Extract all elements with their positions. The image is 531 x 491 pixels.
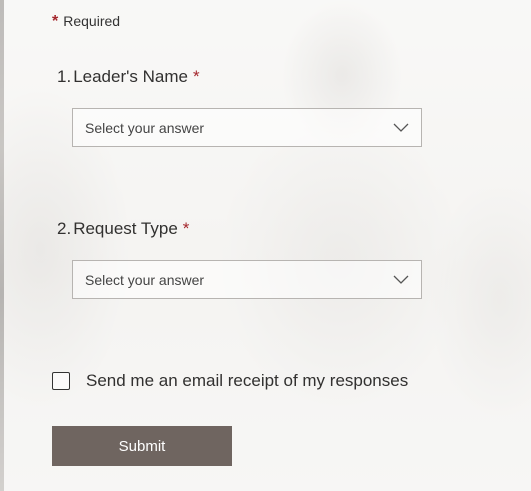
question-number: 2. <box>57 219 72 238</box>
required-star: * <box>52 13 59 30</box>
question-1-title: 1. Leader's Name * <box>57 67 200 87</box>
dropdown-placeholder: Select your answer <box>85 120 205 136</box>
required-star: * <box>182 219 190 238</box>
request-type-dropdown[interactable]: Select your answer <box>72 260 422 299</box>
dropdown-placeholder: Select your answer <box>85 272 205 288</box>
required-star: * <box>192 67 200 86</box>
question-label: Request Type <box>73 219 178 238</box>
chevron-down-icon <box>393 123 409 132</box>
email-receipt-option[interactable]: Send me an email receipt of my responses <box>52 371 408 391</box>
chevron-down-icon <box>393 275 409 284</box>
question-label: Leader's Name <box>73 67 188 86</box>
email-receipt-label[interactable]: Send me an email receipt of my responses <box>86 371 408 391</box>
email-receipt-checkbox[interactable] <box>52 372 70 390</box>
leaders-name-dropdown[interactable]: Select your answer <box>72 108 422 147</box>
submit-button[interactable]: Submit <box>52 426 232 466</box>
question-number: 1. <box>57 67 72 86</box>
required-label: Required <box>63 13 121 29</box>
question-2-title: 2. Request Type * <box>57 219 189 239</box>
required-note: * Required <box>52 13 120 31</box>
form: * Required 1. Leader's Name * Select you… <box>0 0 531 491</box>
